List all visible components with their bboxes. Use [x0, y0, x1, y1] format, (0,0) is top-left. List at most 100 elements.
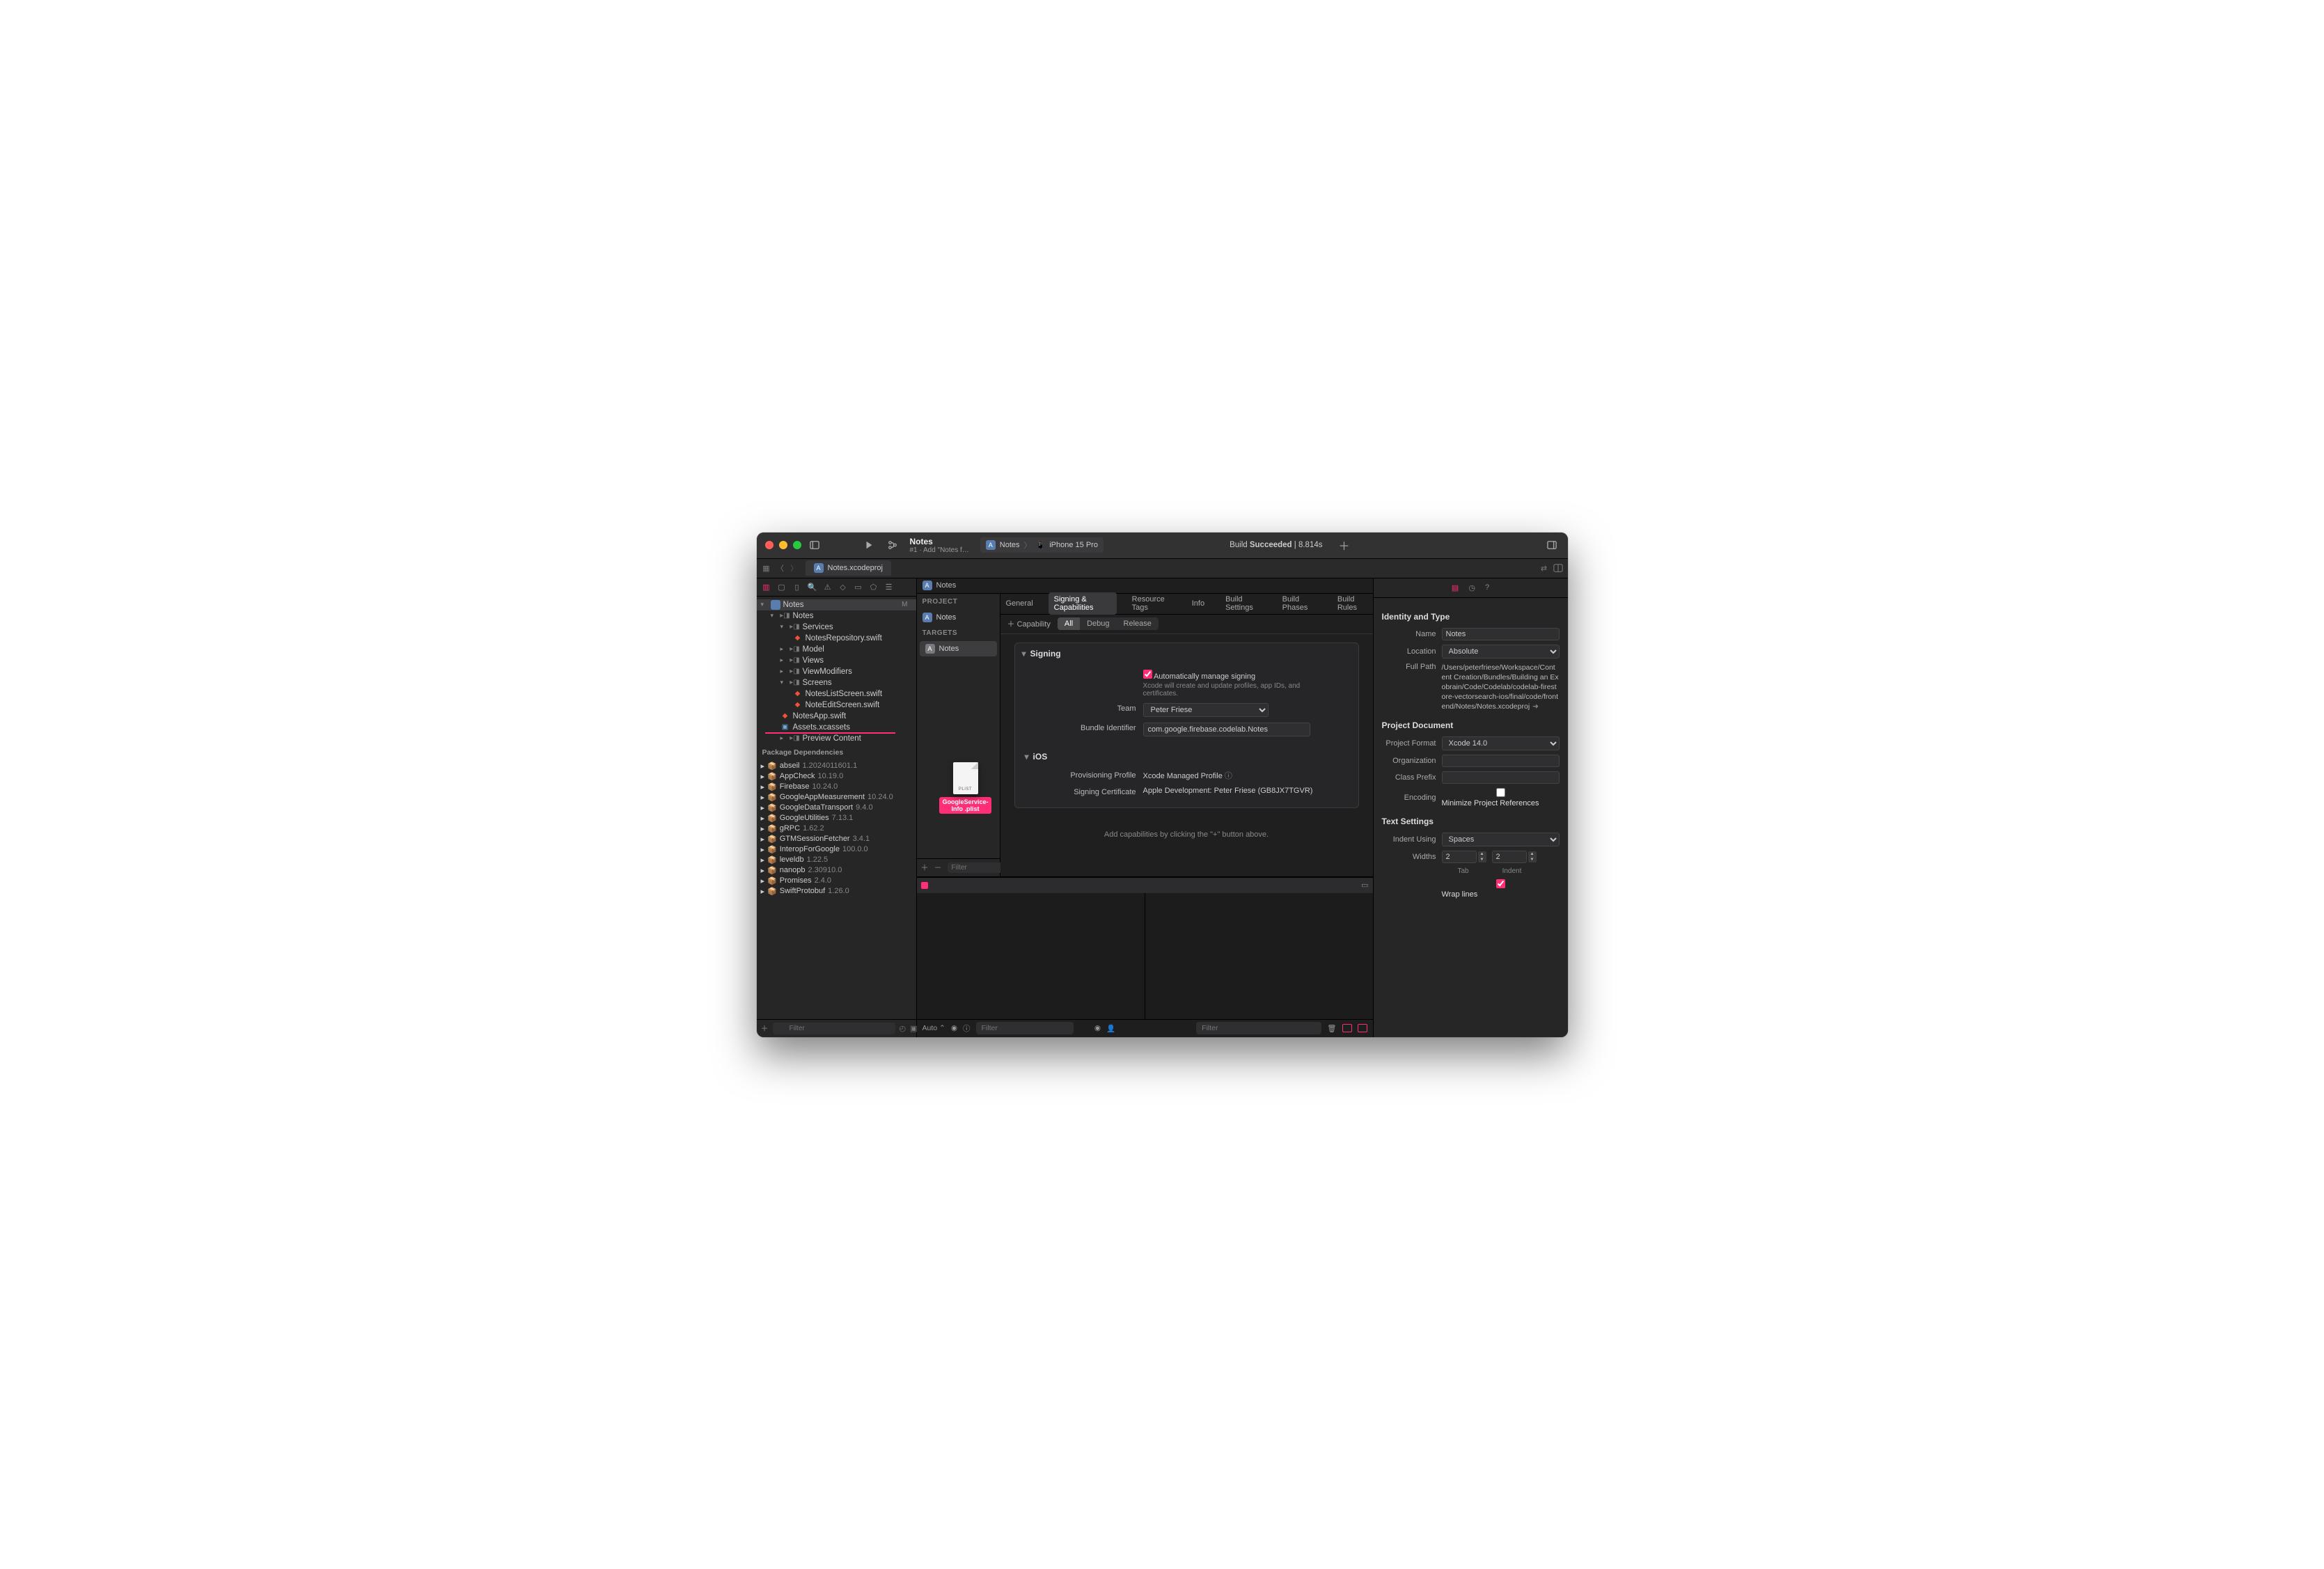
minimize-window-button[interactable] [779, 541, 787, 549]
minimize-refs-row[interactable]: Minimize Project References [1442, 791, 1560, 807]
tab-width-stepper[interactable]: ▲▼ [1478, 851, 1486, 862]
test-navigator-icon[interactable]: ◇ [838, 581, 849, 592]
tree-file-noteedit[interactable]: ◆NoteEditScreen.swift [757, 700, 916, 711]
tree-folder-viewmodifiers[interactable]: ▸▸◨ViewModifiers [757, 666, 916, 677]
console-person-icon[interactable]: 👤 [1106, 1024, 1115, 1033]
history-inspector-icon[interactable]: ◷ [1468, 583, 1475, 592]
indent-width-stepper[interactable]: ▲▼ [1528, 851, 1537, 862]
zoom-window-button[interactable] [793, 541, 801, 549]
tree-folder-services[interactable]: ▾▸◨Services [757, 622, 916, 633]
seg-release[interactable]: Release [1117, 617, 1159, 630]
code-review-icon[interactable]: ⇄ [1537, 561, 1551, 575]
add-target-button[interactable]: ＋ [921, 862, 929, 873]
scheme-title[interactable]: Notes #1 · Add "Notes f… [910, 537, 969, 554]
close-window-button[interactable] [765, 541, 774, 549]
tab-general[interactable]: General [1000, 597, 1039, 610]
auto-scope-select[interactable]: Auto ⌃ [922, 1024, 945, 1032]
variables-view[interactable] [917, 893, 1145, 1019]
team-select[interactable]: Peter Friese [1143, 703, 1269, 717]
scheme-branch-icon[interactable] [885, 537, 900, 553]
tab-build-phases[interactable]: Build Phases [1277, 592, 1322, 615]
tree-file-notesrepo[interactable]: ◆NotesRepository.swift [757, 633, 916, 644]
help-inspector-icon[interactable]: ? [1485, 583, 1489, 592]
trash-icon[interactable]: 🗑 [1327, 1024, 1336, 1033]
forward-button[interactable]: 〉 [787, 561, 801, 575]
scheme-selector[interactable]: A Notes 〉 📱 iPhone 15 Pro [980, 537, 1104, 553]
tree-folder-screens[interactable]: ▾▸◨Screens [757, 677, 916, 688]
disclosure-icon[interactable]: ▾ [1022, 649, 1026, 659]
wrap-lines-checkbox[interactable] [1442, 879, 1560, 888]
adjust-editor-icon[interactable] [1551, 561, 1565, 575]
indent-width-input[interactable] [1492, 851, 1527, 863]
info-icon[interactable]: ⓘ [963, 1023, 971, 1034]
console-eye-icon[interactable]: ◉ [1094, 1024, 1101, 1032]
debug-tab-indicator[interactable] [921, 882, 928, 889]
package-row[interactable]: ▸📦GTMSessionFetcher 3.4.1 [757, 834, 916, 844]
project-list-item[interactable]: ANotes [917, 610, 1000, 625]
wrap-lines-row[interactable]: Wrap lines [1442, 882, 1560, 899]
name-input[interactable] [1442, 628, 1560, 640]
package-row[interactable]: ▸📦GoogleDataTransport 9.4.0 [757, 803, 916, 813]
package-row[interactable]: ▸📦nanopb 2.30910.0 [757, 865, 916, 876]
package-row[interactable]: ▸📦SwiftProtobuf 1.26.0 [757, 886, 916, 897]
project-tree[interactable]: ▾ Notes M ▾▸◨Notes ▾▸◨Services ◆NotesRep… [757, 597, 916, 1019]
package-row[interactable]: ▸📦Promises 2.4.0 [757, 876, 916, 886]
back-button[interactable]: 〈 [774, 561, 787, 575]
tab-build-settings[interactable]: Build Settings [1220, 592, 1267, 615]
minimize-refs-checkbox[interactable] [1442, 788, 1560, 797]
config-segment[interactable]: All Debug Release [1058, 617, 1159, 630]
tree-file-noteslist[interactable]: ◆NotesListScreen.swift [757, 688, 916, 700]
package-row[interactable]: ▸📦gRPC 1.62.2 [757, 823, 916, 834]
package-row[interactable]: ▸📦abseil 1.2024011601.1 [757, 761, 916, 771]
seg-debug[interactable]: Debug [1080, 617, 1116, 630]
project-format-select[interactable]: Xcode 14.0 [1442, 736, 1560, 750]
bookmark-navigator-icon[interactable]: ▯ [792, 581, 803, 592]
debug-navigator-icon[interactable]: ▭ [853, 581, 864, 592]
add-file-button[interactable]: ＋ [761, 1023, 769, 1034]
tree-file-notesapp[interactable]: ◆NotesApp.swift [757, 711, 916, 722]
organization-input[interactable] [1442, 755, 1560, 767]
seg-all[interactable]: All [1058, 617, 1080, 630]
show-console-panel-icon[interactable] [1358, 1024, 1367, 1032]
package-row[interactable]: ▸📦AppCheck 10.19.0 [757, 771, 916, 782]
tree-folder-model[interactable]: ▸▸◨Model [757, 644, 916, 655]
breakpoint-navigator-icon[interactable]: ⬠ [868, 581, 879, 592]
tab-info[interactable]: Info [1186, 597, 1210, 610]
package-row[interactable]: ▸📦Firebase 10.24.0 [757, 782, 916, 792]
reveal-in-finder-icon[interactable]: ➜ [1532, 702, 1539, 711]
tab-build-rules[interactable]: Build Rules [1332, 592, 1373, 615]
navigator-filter-input[interactable] [773, 1023, 895, 1034]
editor-tab[interactable]: A Notes.xcodeproj [806, 560, 892, 576]
auto-signing-row[interactable]: Automatically manage signing [1143, 672, 1256, 681]
class-prefix-input[interactable] [1442, 771, 1560, 784]
location-select[interactable]: Absolute [1442, 645, 1560, 659]
package-row[interactable]: ▸📦GoogleAppMeasurement 10.24.0 [757, 792, 916, 803]
add-capability-button[interactable]: ＋ Capability [1007, 618, 1051, 629]
project-navigator-icon[interactable]: ▥ [761, 581, 772, 592]
console-view[interactable] [1145, 893, 1373, 1019]
tab-resource-tags[interactable]: Resource Tags [1126, 592, 1177, 615]
package-row[interactable]: ▸📦InteropForGoogle 100.0.0 [757, 844, 916, 855]
recent-filter-icon[interactable]: ◴ [900, 1024, 906, 1033]
indent-using-select[interactable]: Spaces [1442, 833, 1560, 846]
package-row[interactable]: ▸📦leveldb 1.22.5 [757, 855, 916, 865]
console-filter-input[interactable] [1196, 1022, 1321, 1034]
toggle-debug-panel-icon[interactable]: ▭ [1361, 881, 1368, 890]
remove-target-button[interactable]: － [934, 862, 942, 873]
info-icon[interactable]: ⓘ [1225, 772, 1232, 780]
issue-navigator-icon[interactable]: ⚠ [822, 581, 833, 592]
disclosure-icon[interactable]: ▾ [1025, 752, 1029, 762]
toggle-navigator-button[interactable] [807, 537, 822, 553]
tree-root[interactable]: ▾ Notes M [757, 599, 916, 610]
bundle-id-input[interactable] [1143, 723, 1310, 736]
package-row[interactable]: ▸📦GoogleUtilities 7.13.1 [757, 813, 916, 823]
variables-filter-input[interactable] [976, 1022, 1074, 1034]
tree-folder-views[interactable]: ▸▸◨Views [757, 655, 916, 666]
tree-file-assets[interactable]: ▣Assets.xcassets [757, 722, 916, 733]
jump-bar[interactable]: A Notes [917, 578, 1373, 594]
source-control-navigator-icon[interactable]: ▢ [776, 581, 787, 592]
find-navigator-icon[interactable]: 🔍 [807, 581, 818, 592]
target-list-item[interactable]: ANotes [920, 641, 997, 656]
tab-width-input[interactable] [1442, 851, 1477, 863]
related-items-icon[interactable]: ▦ [760, 561, 774, 575]
